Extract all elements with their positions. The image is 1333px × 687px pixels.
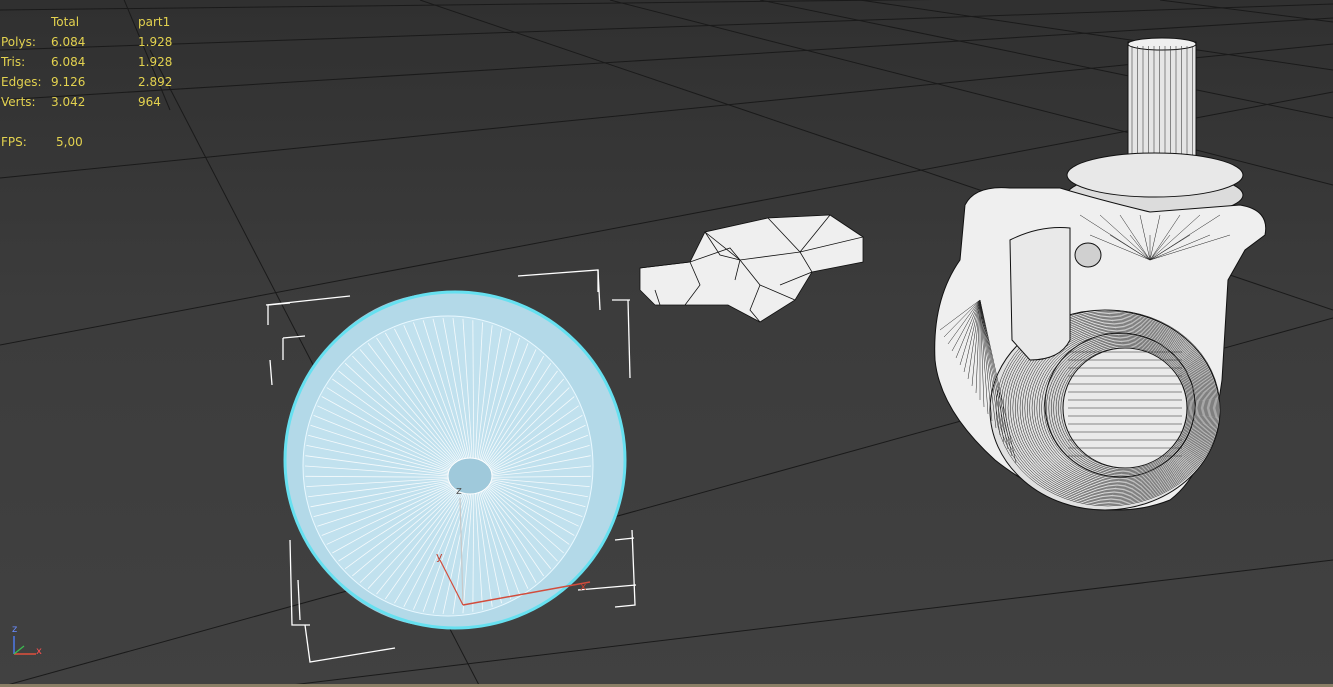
stats-total: 3.042 (51, 95, 86, 109)
stats-label: Tris: (1, 55, 26, 69)
stats-col-total: Total (51, 15, 80, 29)
gizmo-z-label: z (456, 484, 462, 497)
grid-line (609, 0, 1333, 186)
stats-part: 1.928 (138, 35, 173, 49)
bracket-mesh[interactable] (639, 214, 864, 323)
perspective-viewport[interactable]: z y x Total part1 Polys: 6.084 1.928 Tri… (0, 0, 1333, 687)
fork-front-arm (1009, 227, 1071, 361)
tripod-x-label: x (36, 646, 42, 657)
stats-label: Polys: (1, 35, 36, 49)
wheel-mesh[interactable] (283, 290, 627, 630)
stats-part: 1.928 (138, 55, 173, 69)
viewport-scene[interactable]: z y x (0, 0, 1333, 687)
stats-part: 2.892 (138, 75, 173, 89)
grid-line (1159, 0, 1333, 23)
grid-line (759, 0, 1333, 119)
fps-label: FPS: (1, 135, 27, 149)
caster-stem-top (1127, 37, 1197, 51)
stats-label: Edges: (1, 75, 42, 89)
gizmo-y-label: y (436, 550, 443, 563)
swivel-plate-top (1066, 152, 1244, 198)
tripod-y-axis (13, 645, 25, 655)
tripod-z-label: z (12, 624, 18, 635)
grid-line (270, 559, 1333, 687)
fps-value: 5,00 (56, 135, 83, 149)
grid-line (0, 0, 934, 11)
caster-fork-mesh[interactable] (934, 37, 1267, 511)
wheel-hub (447, 457, 493, 495)
stats-total: 6.084 (51, 55, 86, 69)
stats-part: 964 (138, 95, 161, 109)
stats-total: 9.126 (51, 75, 86, 89)
stats-col-part: part1 (138, 15, 171, 29)
stats-label: Verts: (1, 95, 36, 109)
stats-total: 6.084 (51, 35, 86, 49)
fork-bolt-hole (1074, 242, 1102, 268)
gizmo-x-label: x (580, 580, 587, 593)
axis-tripod: z x (6, 624, 50, 664)
